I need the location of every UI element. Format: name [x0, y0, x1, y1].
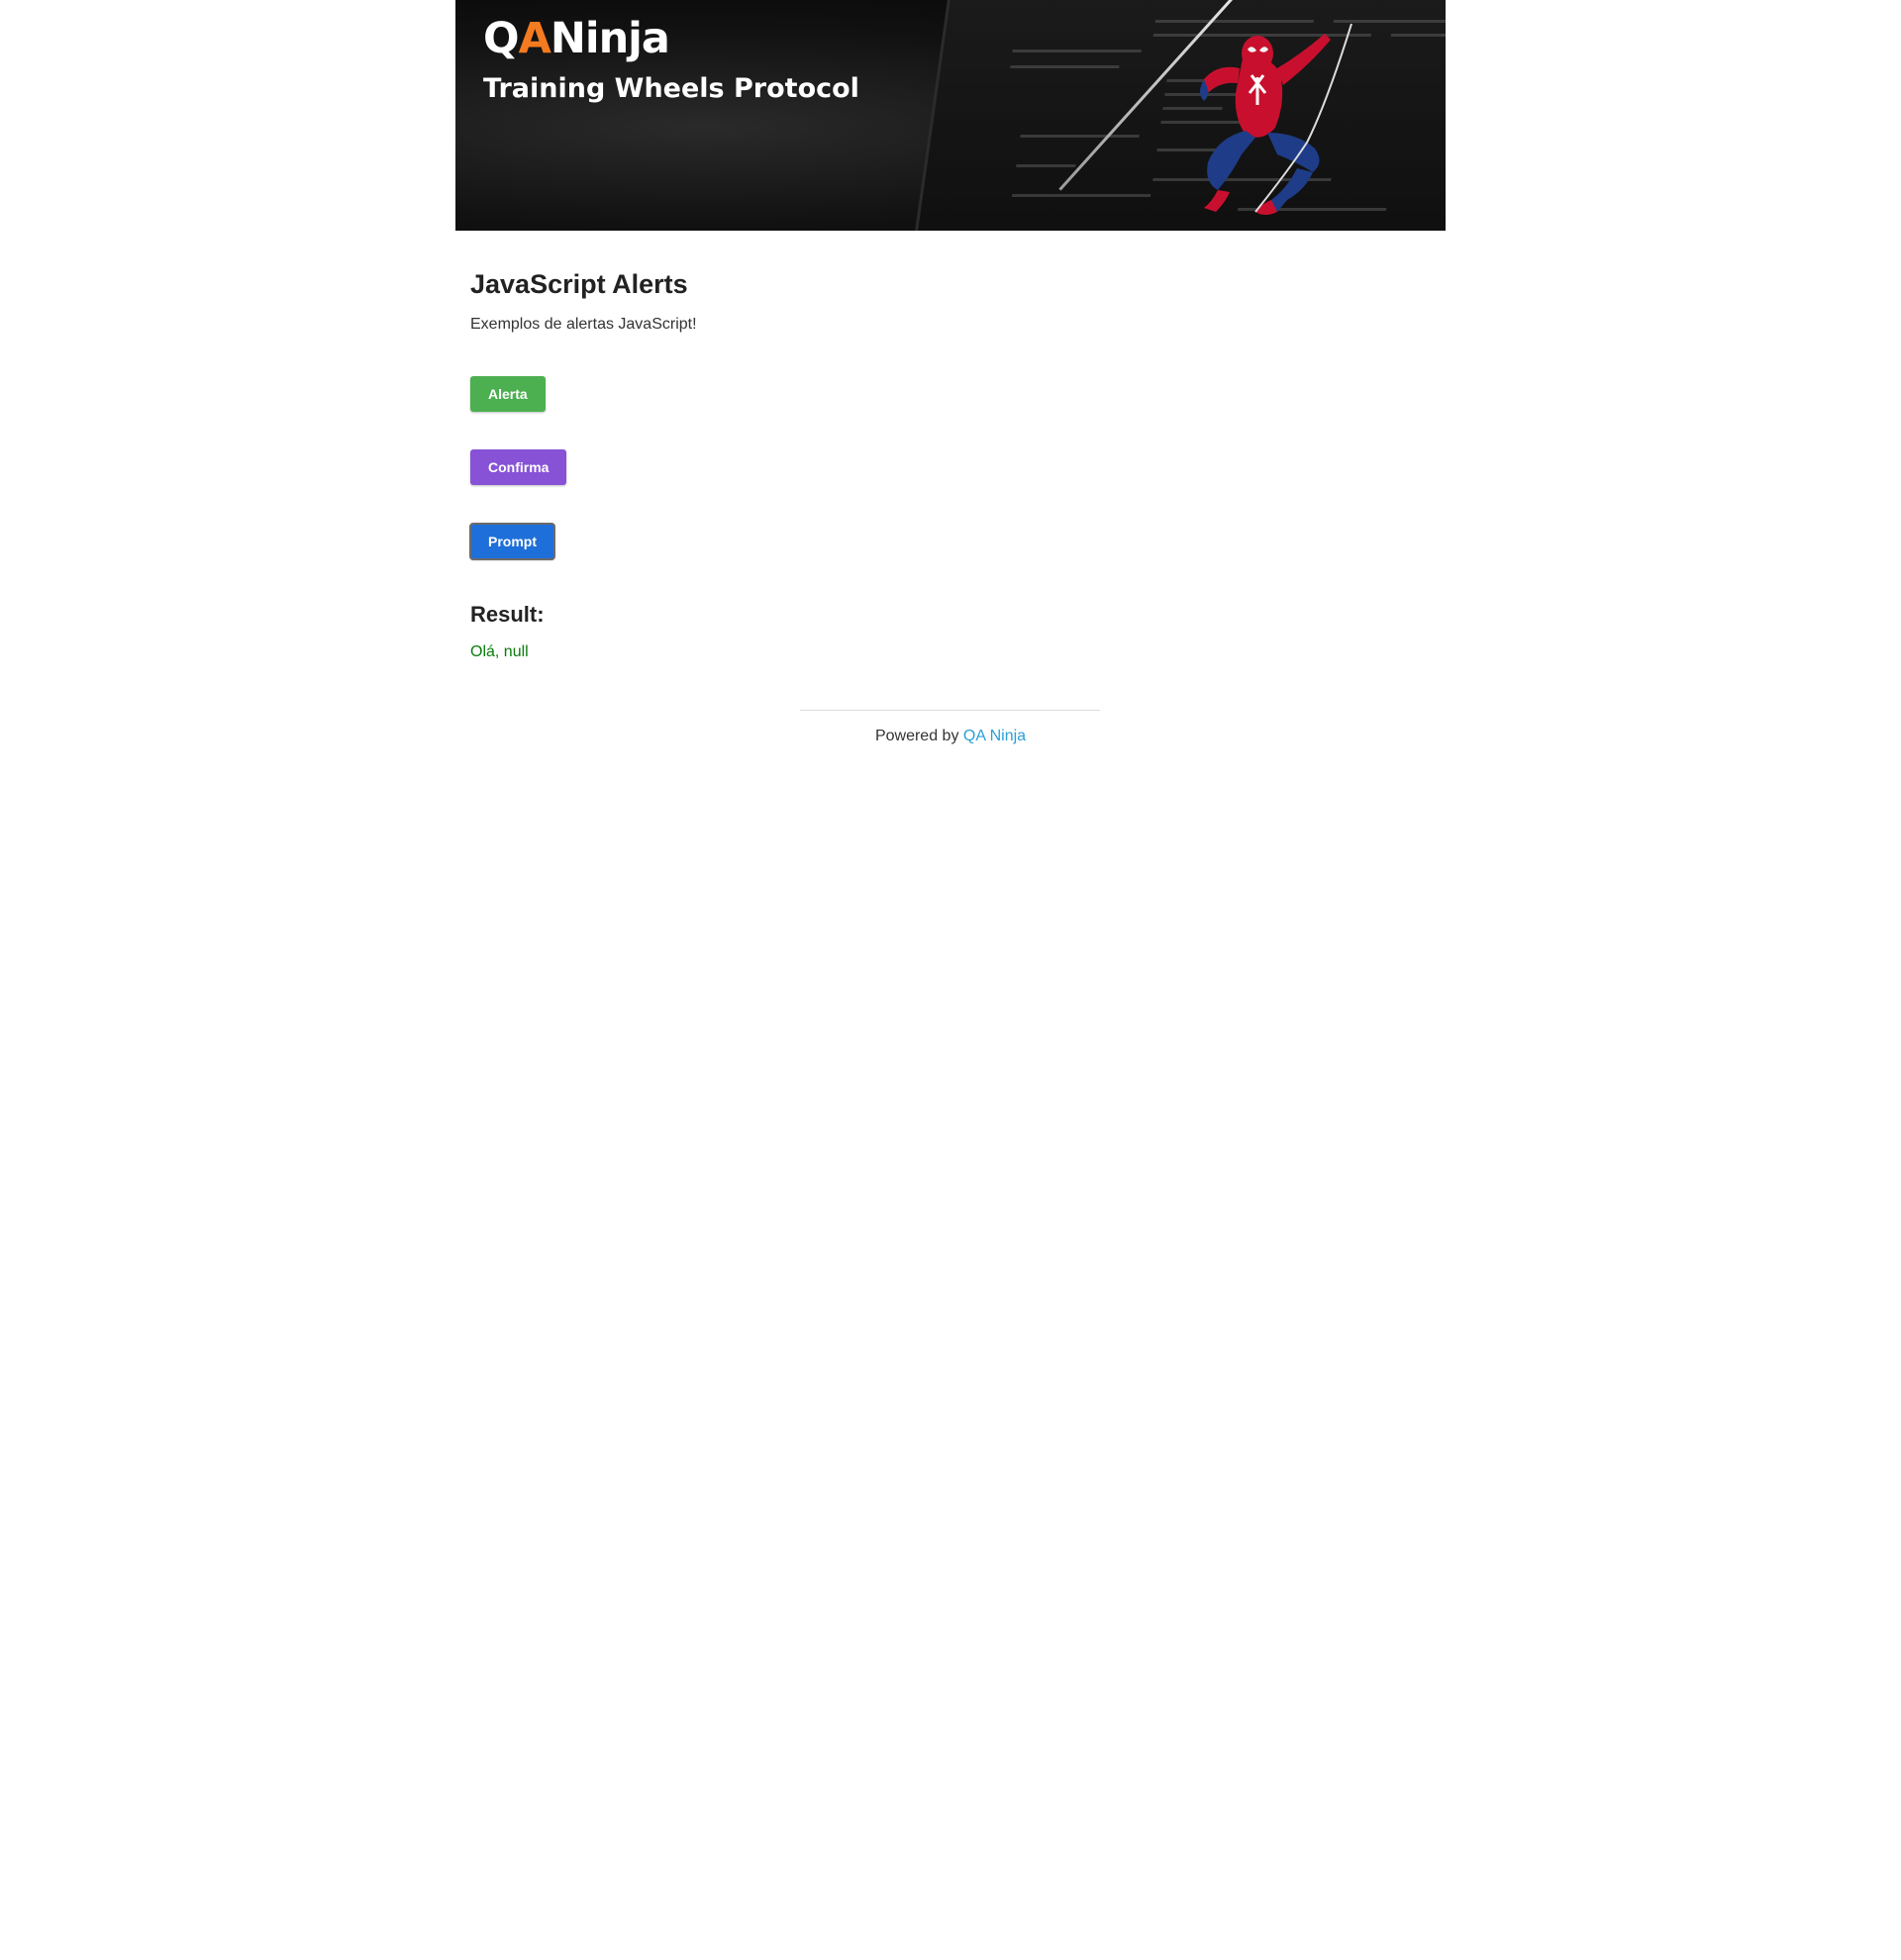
logo-prefix: Q	[483, 14, 520, 63]
page-description: Exemplos de alertas JavaScript!	[470, 316, 697, 333]
footer-divider	[800, 710, 1100, 711]
qa-ninja-logo: QANinja	[483, 14, 670, 63]
main-content: JavaScript Alerts Exemplos de alertas Ja…	[469, 267, 1361, 662]
logo-accent: A	[518, 14, 551, 63]
alert-button[interactable]: Alerta	[470, 376, 546, 412]
spiderman-illustration	[1200, 24, 1352, 215]
footer-qa-ninja-link[interactable]: QA Ninja	[963, 728, 1026, 744]
result-heading: Result:	[470, 602, 545, 627]
header-banner: QANinja Training Wheels Protocol	[455, 0, 1446, 231]
page-title: JavaScript Alerts	[470, 269, 688, 299]
result-value: Olá, null	[470, 643, 529, 660]
page: QANinja Training Wheels Protocol JavaScr…	[0, 0, 1901, 1960]
banner-subtitle: Training Wheels Protocol	[483, 73, 859, 104]
footer: Powered by QA Ninja	[455, 728, 1446, 745]
logo-suffix: Ninja	[550, 14, 670, 63]
confirm-button[interactable]: Confirma	[470, 449, 567, 485]
prompt-button[interactable]: Prompt	[469, 523, 555, 560]
footer-powered-by: Powered by	[874, 728, 959, 744]
